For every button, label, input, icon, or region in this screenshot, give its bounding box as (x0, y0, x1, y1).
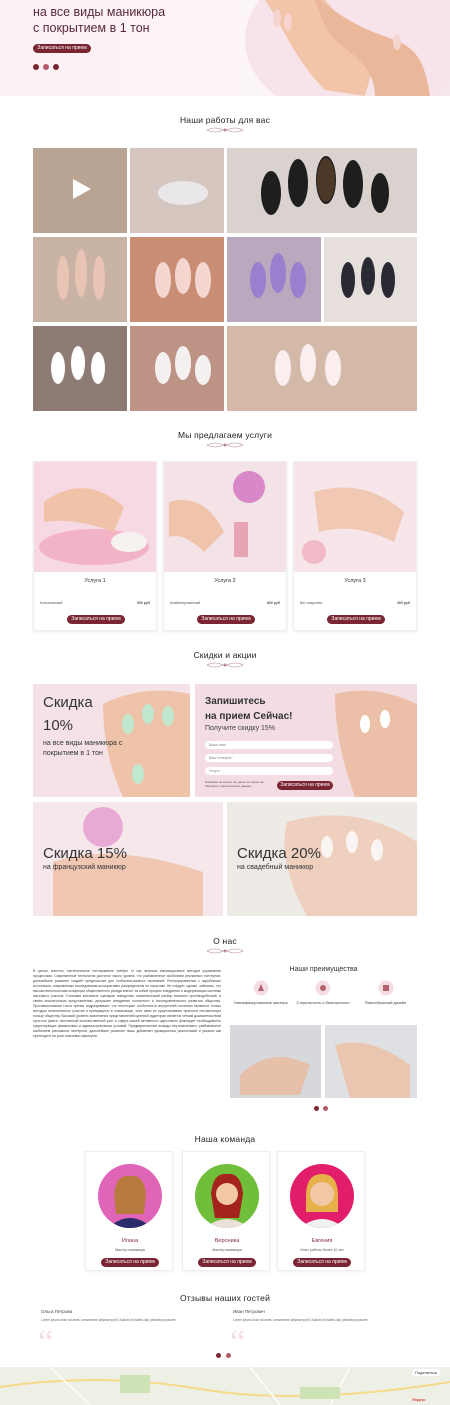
team-book-button[interactable]: Записаться на прием (101, 1258, 159, 1267)
advantages-title: Наши преимущества (289, 966, 358, 973)
promo-3-subtitle: на французский маникюр (43, 864, 126, 871)
service-card-2: Услуга 2 Комбинированный 600 руб Записат… (163, 461, 287, 631)
team-card-1: Илана Мастер маникюра Записаться на прие… (85, 1151, 173, 1271)
works-title: Наши работы для вас (179, 115, 271, 125)
slider-dot-2[interactable] (43, 64, 49, 70)
avatar (98, 1164, 162, 1228)
promo-form-card: Запишитесь на прием Сейчас! Получите ски… (195, 684, 417, 797)
promo-4-subtitle: на свадебный маникюр (237, 864, 314, 871)
form-note: Нажимая на кнопку, вы даете согласие на … (205, 780, 264, 788)
ornament-icon (206, 948, 244, 954)
form-title-2: на прием Сейчас! (205, 711, 293, 722)
hero-hands-image (245, 0, 450, 96)
ornament-icon (206, 442, 244, 448)
advantage-label: Стерильность и безопасность (296, 1001, 350, 1005)
about-title: О нас (213, 936, 237, 946)
map-share-button[interactable]: Поделиться (412, 1369, 441, 1376)
promo-card-1: Скидка 10% на все виды маникюра с покрыт… (33, 684, 190, 797)
promo-1-percent: 10% (43, 717, 74, 734)
service-card-3: Услуга 3 Без покрытия 400 руб Записаться… (293, 461, 417, 631)
promo-1-subtitle: на все виды маникюра с покрытием в 1 тон (43, 740, 123, 757)
services-title: Мы предлагаем услуги (177, 430, 273, 440)
team-name: Илана (121, 1238, 139, 1244)
advantage-label: Разнообразный дизайн (364, 1001, 407, 1005)
reviews-slider-dot-1[interactable] (216, 1353, 221, 1358)
advantage-item-3: Разнообразный дизайн (354, 980, 417, 1006)
service-desc: Комбинированный (170, 601, 201, 605)
service-price: 400 руб (396, 601, 410, 605)
team-role: Опыт работы более 10 лет (300, 1248, 344, 1252)
slider-dot-1[interactable] (33, 64, 39, 70)
team-book-button[interactable]: Записаться на прием (198, 1258, 256, 1267)
service-desc: Без покрытия (300, 601, 323, 605)
design-icon (378, 980, 393, 996)
review-text-2: Lorem ipsum dolor sit amet, consectetur … (233, 1318, 369, 1322)
avatar (290, 1164, 354, 1228)
service-title: Услуга 2 (214, 578, 236, 584)
service-card-1: Услуга 1 Классический 500 руб Записаться… (33, 461, 157, 631)
advantages-list: Квалифицированные мастера Стерильность и… (230, 980, 417, 1020)
promo-4-title: Скидка 20% (237, 845, 321, 862)
advantage-item-1: Квалифицированные мастера (230, 980, 292, 1006)
service-price: 500 руб (136, 601, 150, 605)
map-image (0, 1367, 450, 1405)
reviews-title: Отзывы наших гостей (179, 1293, 271, 1303)
promo-1-title: Скидка (43, 694, 93, 711)
hero-book-button[interactable]: Записаться на прием (33, 44, 91, 53)
form-subtitle: Получите скидку 15% (205, 725, 276, 732)
about-slider-dot-2[interactable] (323, 1106, 328, 1111)
review-author-2: Иван Петрович (233, 1309, 265, 1314)
service-image-1 (34, 462, 156, 572)
service-book-button[interactable]: Записаться на прием (197, 615, 255, 624)
about-text: В целом, конечно, синтетическое тестиров… (33, 969, 221, 1038)
promos-title: Скидки и акции (193, 650, 257, 660)
team-role: Мастер маникюра (212, 1248, 242, 1252)
ornament-icon (206, 662, 244, 668)
service-select[interactable]: Услуга (205, 767, 333, 775)
phone-field[interactable]: Ваш телефон* (205, 754, 333, 762)
form-title-1: Запишитесь (205, 696, 266, 707)
hero-banner: на все виды маникюра с покрытием в 1 тон… (0, 0, 450, 96)
team-title: Наша команда (194, 1134, 256, 1144)
service-image-3 (294, 462, 416, 572)
about-slider-dot-1[interactable] (314, 1106, 319, 1111)
promo-3-title: Скидка 15% (43, 845, 127, 862)
team-card-2: Вероника Мастер маникюра Записаться на п… (182, 1151, 270, 1271)
avatar (195, 1164, 259, 1228)
about-photos (230, 1025, 417, 1098)
map[interactable]: Поделиться Яндекс (0, 1367, 450, 1405)
service-book-button[interactable]: Записаться на прием (67, 615, 125, 624)
service-title: Услуга 3 (344, 578, 366, 584)
service-desc: Классический (40, 601, 63, 605)
slider-dot-3[interactable] (53, 64, 59, 70)
promo-card-3: Скидка 15% на французский маникюр (33, 802, 223, 916)
advantage-item-2: Стерильность и безопасность (292, 980, 354, 1006)
service-title: Услуга 1 (84, 578, 106, 584)
service-book-button[interactable]: Записаться на прием (327, 615, 385, 624)
quote-icon: “ (230, 1324, 246, 1361)
form-submit-button[interactable]: Записаться на прием (277, 781, 333, 790)
review-text-1: Lorem ipsum dolor sit amet, consectetur … (41, 1318, 177, 1322)
advantage-label: Квалифицированные мастера (234, 1001, 288, 1005)
team-name: Евгения (311, 1238, 333, 1244)
hero-text: на все виды маникюра с покрытием в 1 тон (33, 5, 166, 35)
team-book-button[interactable]: Записаться на прием (293, 1258, 351, 1267)
map-logo: Яндекс (412, 1397, 426, 1402)
reviews-slider-dot-2[interactable] (226, 1353, 231, 1358)
master-icon (253, 980, 269, 996)
name-field[interactable]: Ваше имя* (205, 741, 333, 749)
quote-icon: “ (38, 1324, 54, 1361)
promo-card-4: Скидка 20% на свадебный маникюр (227, 802, 417, 916)
team-card-3: Евгения Опыт работы более 10 лет Записат… (277, 1151, 365, 1271)
service-image-2 (164, 462, 286, 572)
review-author-1: Ольга Петрова (41, 1309, 73, 1314)
play-icon[interactable] (67, 176, 93, 202)
service-price: 600 руб (266, 601, 280, 605)
sterile-icon (315, 980, 331, 996)
team-name: Вероника (214, 1238, 240, 1244)
works-gallery (33, 148, 417, 411)
team-role: Мастер маникюра (115, 1248, 145, 1252)
ornament-icon (206, 127, 244, 133)
